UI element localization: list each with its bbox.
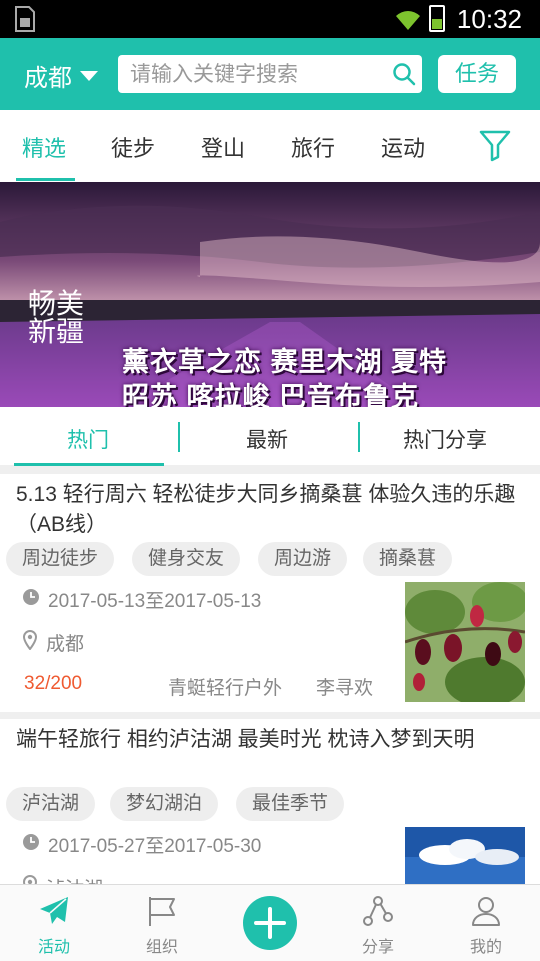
tab-indicator [14, 463, 164, 466]
activity-date: 2017-05-27至2017-05-30 [22, 831, 261, 858]
header: 成都 任务 [0, 38, 540, 110]
tab-sports[interactable]: 运动 [381, 131, 425, 163]
share-icon [362, 895, 394, 931]
tab-travel[interactable]: 旅行 [291, 131, 335, 163]
activity-date: 2017-05-13至2017-05-13 [22, 586, 261, 613]
date-range: 2017-05-27至2017-05-30 [48, 836, 262, 857]
nav-activities[interactable]: 活动 [0, 885, 108, 961]
nav-label: 分享 [361, 939, 394, 956]
tab-hiking[interactable]: 徒步 [111, 131, 155, 163]
city-label: 成都 [24, 65, 72, 92]
search-icon[interactable] [392, 62, 416, 90]
activity-tag[interactable]: 摘桑葚 [363, 542, 453, 576]
status-bar: 10:32 [0, 0, 540, 38]
paper-plane-icon [38, 895, 70, 931]
tab-indicator [16, 178, 75, 181]
activity-tag[interactable]: 梦幻湖泊 [110, 787, 219, 821]
search-box[interactable] [118, 55, 422, 93]
tab-latest[interactable]: 最新 [246, 424, 288, 454]
banner-line-2: 昭苏 喀拉峻 巴音布鲁克 [122, 382, 420, 407]
search-input[interactable] [128, 60, 387, 90]
tab-climbing[interactable]: 登山 [201, 131, 245, 163]
location-pin-icon [22, 629, 38, 656]
clock: 10:32 [456, 4, 522, 34]
battery-icon [429, 5, 445, 32]
tab-hot-share[interactable]: 热门分享 [403, 424, 487, 454]
clock-icon [22, 588, 40, 612]
activity-card[interactable]: 端午轻旅行 相约泸沽湖 最美时光 枕诗入梦到天明 泸沽湖 梦幻湖泊 最佳季节 2… [0, 719, 540, 947]
banner-line-1: 薰衣草之恋 赛里木湖 夏特 [122, 347, 448, 377]
nav-share[interactable]: 分享 [324, 885, 432, 961]
filter-icon[interactable] [478, 128, 512, 166]
tab-featured[interactable]: 精选 [22, 131, 66, 163]
activity-tag[interactable]: 周边游 [258, 542, 348, 576]
plus-icon [254, 907, 286, 939]
nav-organizations[interactable]: 组织 [108, 885, 216, 961]
nav-label: 我的 [469, 939, 502, 956]
activity-location: 成都 [22, 629, 84, 656]
city-selector[interactable]: 成都 [24, 58, 98, 93]
tab-divider [178, 422, 180, 452]
chevron-down-icon [80, 70, 98, 81]
nav-profile[interactable]: 我的 [432, 885, 540, 961]
add-button[interactable] [243, 896, 297, 950]
sub-tabs: 热门 最新 热门分享 [0, 407, 540, 466]
organizer-name[interactable]: 青蜓轻行户外 [168, 673, 282, 700]
task-button[interactable]: 任务 [438, 55, 516, 93]
activity-tag[interactable]: 周边徒步 [6, 542, 115, 576]
nav-label: 活动 [37, 939, 70, 956]
activity-title: 端午轻旅行 相约泸沽湖 最美时光 枕诗入梦到天明 [16, 728, 475, 751]
clock-icon [22, 833, 40, 857]
tab-divider [358, 422, 360, 452]
flag-icon [146, 895, 178, 931]
location-label: 成都 [46, 634, 85, 655]
participant-count: 32/200 [24, 673, 83, 694]
banner-logo: 畅美新疆 [28, 287, 85, 348]
tab-hot[interactable]: 热门 [67, 424, 109, 454]
activity-thumbnail[interactable] [405, 582, 525, 702]
category-tabs: 精选 徒步 登山 旅行 运动 [0, 110, 540, 182]
date-range: 2017-05-13至2017-05-13 [48, 591, 262, 612]
nav-label: 组织 [145, 939, 178, 956]
user-icon [470, 895, 502, 931]
activity-tag[interactable]: 健身交友 [132, 542, 241, 576]
activity-tag[interactable]: 最佳季节 [236, 787, 345, 821]
sim-card-icon [14, 6, 36, 32]
promo-banner[interactable]: 畅美新疆 薰衣草之恋 赛里木湖 夏特 昭苏 喀拉峻 巴音布鲁克 [0, 182, 540, 407]
leader-name[interactable]: 李寻欢 [316, 673, 373, 700]
activity-card[interactable]: 5.13 轻行周六 轻松徒步大同乡摘桑葚 体验久违的乐趣（AB线） 周边徒步 健… [0, 474, 540, 712]
wifi-icon [394, 6, 422, 36]
activity-title: 5.13 轻行周六 轻松徒步大同乡摘桑葚 体验久违的乐趣（AB线） [16, 483, 516, 536]
activity-tag[interactable]: 泸沽湖 [6, 787, 96, 821]
